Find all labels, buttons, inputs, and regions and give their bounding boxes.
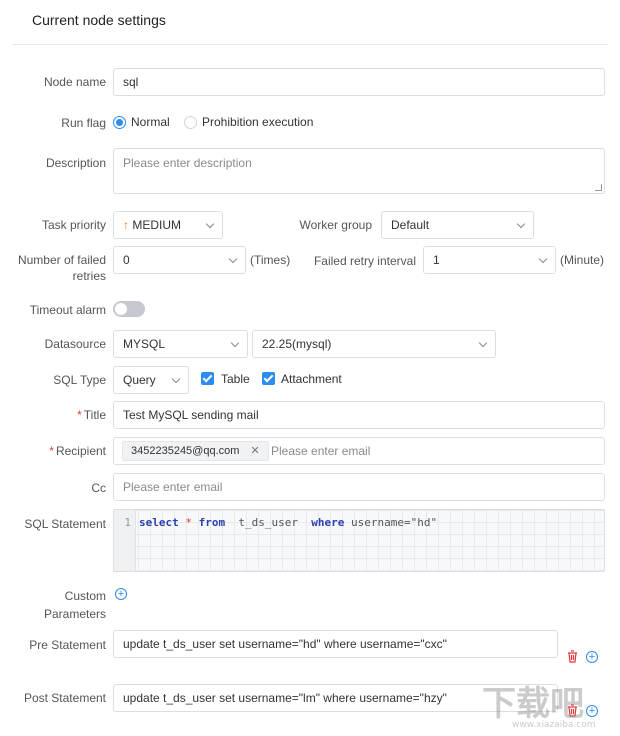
failed-retries-value: 0 bbox=[123, 253, 130, 267]
description-label: Description bbox=[45, 156, 106, 170]
run-flag-label: Run flag bbox=[61, 116, 106, 130]
title-input[interactable]: Test MySQL sending mail bbox=[113, 401, 605, 429]
task-priority-label: Task priority bbox=[41, 218, 106, 232]
worker-group-select[interactable]: Default bbox=[381, 211, 534, 239]
chevron-down-icon bbox=[205, 219, 215, 229]
arrow-up-icon: ↑ bbox=[123, 218, 129, 232]
attachment-checkbox-label: Attachment bbox=[281, 372, 342, 386]
pre-statement-input[interactable]: update t_ds_user set username="hd" where… bbox=[113, 630, 558, 658]
resize-handle[interactable] bbox=[595, 184, 602, 191]
divider bbox=[12, 44, 608, 45]
times-unit: (Times) bbox=[250, 253, 291, 267]
chevron-down-icon bbox=[230, 338, 240, 348]
datasource-type-value: MYSQL bbox=[123, 337, 166, 351]
add-parameter-icon[interactable]: + bbox=[115, 588, 127, 600]
minute-unit: (Minute) bbox=[560, 253, 605, 267]
chevron-down-icon bbox=[228, 254, 238, 264]
close-icon[interactable]: ✕ bbox=[250, 445, 259, 457]
datasource-instance-value: 22.25(mysql) bbox=[262, 337, 332, 351]
task-priority-select[interactable]: ↑ MEDIUM bbox=[113, 211, 223, 239]
table-checkbox[interactable] bbox=[201, 372, 214, 385]
watermark-logo: 下载吧 bbox=[482, 684, 584, 724]
table-checkbox-label: Table bbox=[221, 372, 250, 386]
recipient-placeholder: Please enter email bbox=[271, 444, 371, 458]
custom-parameters-label: Custom Parameters bbox=[43, 589, 106, 621]
add-pre-statement-icon[interactable]: + bbox=[586, 651, 598, 663]
description-textarea[interactable]: Please enter description bbox=[113, 148, 605, 194]
sql-statement-label: SQL Statement bbox=[24, 517, 106, 531]
run-flag-prohibition-label: Prohibition execution bbox=[202, 115, 314, 129]
attachment-checkbox[interactable] bbox=[262, 372, 275, 385]
title-label: * Title bbox=[77, 408, 106, 422]
page-title: Current node settings bbox=[32, 12, 166, 28]
node-name-input[interactable]: sql bbox=[113, 68, 605, 96]
cc-input[interactable]: Please enter email bbox=[113, 473, 605, 501]
line-number: 1 bbox=[124, 516, 131, 529]
recipient-label: * Recipient bbox=[49, 444, 106, 458]
required-star: * bbox=[49, 444, 54, 458]
timeout-alarm-label: Timeout alarm bbox=[29, 303, 106, 317]
worker-group-value: Default bbox=[391, 218, 430, 232]
run-flag-normal-radio[interactable] bbox=[113, 116, 126, 129]
run-flag-prohibition-radio[interactable] bbox=[184, 116, 197, 129]
datasource-type-select[interactable]: MYSQL bbox=[113, 330, 248, 358]
watermark-url: www.xiazaiba.com bbox=[512, 720, 596, 730]
failed-retries-label: Number of failed retries bbox=[17, 253, 106, 283]
retry-interval-select[interactable]: 1 bbox=[423, 246, 556, 274]
sql-code-line: select * from t_ds_user where username="… bbox=[139, 516, 438, 529]
pre-statement-label: Pre Statement bbox=[29, 638, 106, 652]
retry-interval-label: Failed retry interval bbox=[313, 254, 416, 268]
failed-retries-select[interactable]: 0 bbox=[113, 246, 246, 274]
task-priority-value: MEDIUM bbox=[132, 218, 182, 232]
chevron-down-icon bbox=[516, 219, 526, 229]
trash-icon[interactable] bbox=[567, 650, 578, 663]
editor-gutter: 1 bbox=[114, 510, 136, 571]
datasource-instance-select[interactable]: 22.25(mysql) bbox=[252, 330, 496, 358]
worker-group-label: Worker group bbox=[299, 218, 372, 232]
cc-label: Cc bbox=[91, 481, 106, 495]
required-star: * bbox=[77, 408, 82, 422]
node-name-label: Node name bbox=[43, 75, 106, 89]
sql-type-value: Query bbox=[123, 373, 156, 387]
retry-interval-value: 1 bbox=[433, 253, 440, 267]
datasource-label: Datasource bbox=[44, 337, 106, 351]
timeout-alarm-toggle[interactable] bbox=[113, 301, 145, 317]
sql-type-label: SQL Type bbox=[53, 373, 106, 387]
email-tag: 3452235245@qq.com ✕ bbox=[122, 441, 269, 461]
post-statement-label: Post Statement bbox=[23, 691, 106, 705]
chevron-down-icon bbox=[171, 374, 181, 384]
chevron-down-icon bbox=[478, 338, 488, 348]
sql-editor[interactable]: 1 select * from t_ds_user where username… bbox=[113, 509, 605, 572]
sql-type-select[interactable]: Query bbox=[113, 366, 189, 394]
chevron-down-icon bbox=[538, 254, 548, 264]
recipient-input[interactable]: 3452235245@qq.com ✕ Please enter email bbox=[113, 437, 605, 465]
add-post-statement-icon[interactable]: + bbox=[586, 705, 598, 717]
run-flag-normal-label: Normal bbox=[131, 115, 170, 129]
